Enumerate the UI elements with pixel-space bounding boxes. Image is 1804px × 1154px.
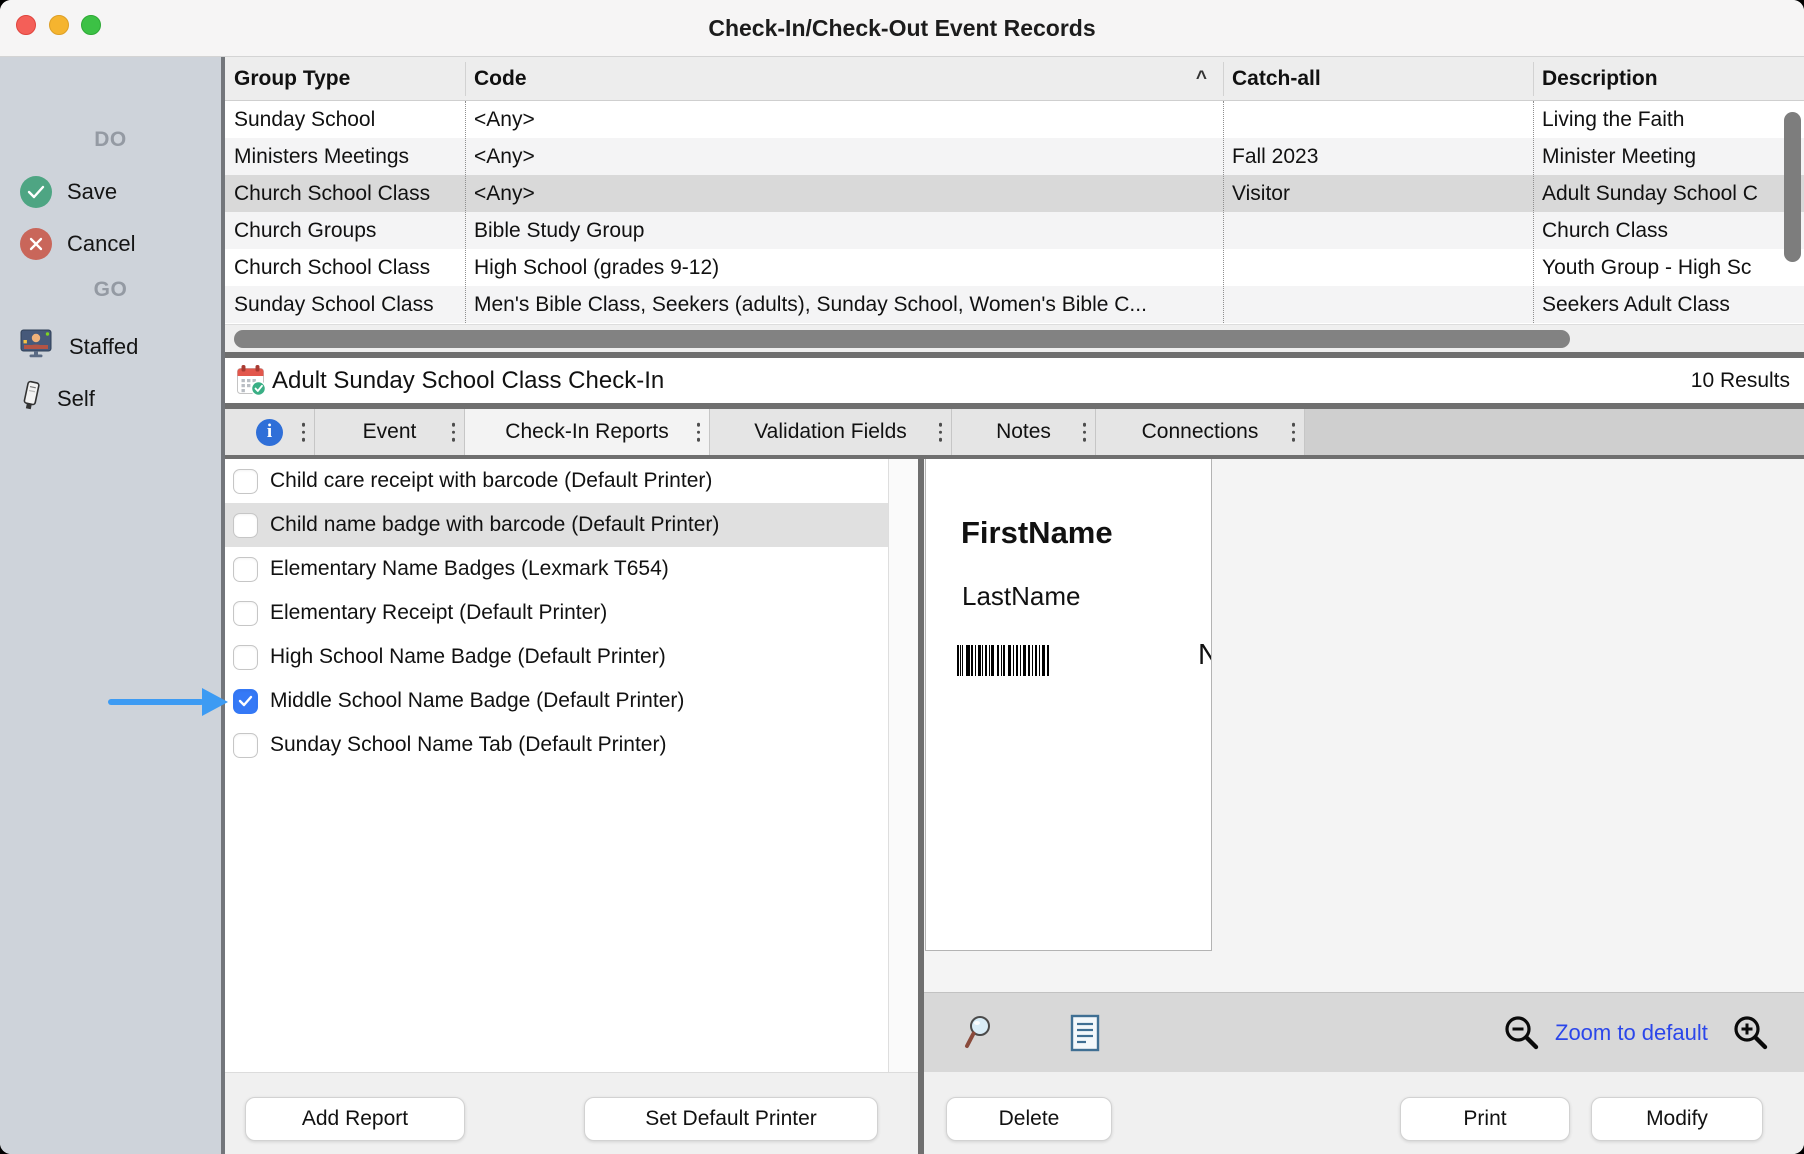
tab-menu-dots-icon[interactable]	[939, 423, 943, 442]
report-row[interactable]: High School Name Badge (Default Printer)	[225, 635, 888, 679]
save-check-icon	[20, 176, 52, 208]
save-label: Save	[67, 179, 117, 205]
table-row[interactable]: Sunday School Class Men's Bible Class, S…	[225, 286, 1804, 323]
tab-menu-dots-icon[interactable]	[1083, 423, 1087, 442]
title-bar: Check-In/Check-Out Event Records	[0, 0, 1804, 57]
annotation-arrow-head	[202, 688, 228, 716]
magnifier-icon[interactable]	[960, 993, 996, 1073]
section-header: Adult Sunday School Class Check-In 10 Re…	[225, 358, 1804, 403]
sidebar-item-staffed[interactable]: Staffed	[20, 328, 138, 365]
annotation-arrow	[108, 699, 204, 705]
tab-menu-dots-icon[interactable]	[697, 423, 701, 442]
results-count: 10 Results	[1691, 358, 1790, 403]
staffed-monitor-icon	[20, 328, 54, 365]
header-separator	[465, 62, 466, 96]
barcode	[957, 645, 1049, 681]
tab-bar: i Event Check-In Reports Validation Fiel…	[225, 409, 1804, 455]
badge-preview-panel: FirstName LastName N	[924, 459, 1804, 1154]
section-title: Adult Sunday School Class Check-In	[272, 358, 664, 403]
tab-connections[interactable]: Connections	[1096, 409, 1305, 455]
sidebar-item-cancel[interactable]: Cancel	[20, 228, 135, 260]
header-separator	[1223, 62, 1224, 96]
horizontal-scrollbar-thumb[interactable]	[234, 330, 1570, 348]
report-list: Child care receipt with barcode (Default…	[225, 459, 888, 1072]
report-document-icon[interactable]	[1070, 993, 1100, 1073]
tab-menu-dots-icon[interactable]	[1292, 423, 1296, 442]
tab-check-in-reports[interactable]: Check-In Reports	[465, 409, 710, 455]
table-row-selected[interactable]: Church School Class <Any> Visitor Adult …	[225, 175, 1804, 212]
vertical-scrollbar-thumb[interactable]	[1784, 112, 1801, 262]
delete-button[interactable]: Delete	[946, 1097, 1112, 1141]
sidebar: DO Save Cancel GO	[0, 57, 221, 1154]
column-divider	[1533, 101, 1534, 323]
sidebar-item-save[interactable]: Save	[20, 176, 117, 208]
column-divider	[1223, 101, 1224, 323]
column-header-catch-all[interactable]: Catch-all	[1223, 57, 1533, 101]
horizontal-scrollbar-track[interactable]	[225, 324, 1804, 352]
table-row[interactable]: Ministers Meetings <Any> Fall 2023 Minis…	[225, 138, 1804, 175]
tab-menu-dots-icon[interactable]	[302, 423, 306, 442]
sidebar-section-do: DO	[0, 128, 221, 152]
tab-menu-dots-icon[interactable]	[452, 423, 456, 442]
checkbox[interactable]	[233, 601, 258, 626]
report-row[interactable]: Child care receipt with barcode (Default…	[225, 459, 888, 503]
column-header-group-type[interactable]: Group Type	[225, 57, 465, 101]
table-header: Group Type Code ^ Catch-all Description	[225, 57, 1804, 101]
badge-last-name: LastName	[962, 581, 1081, 612]
sidebar-section-go: GO	[0, 278, 221, 302]
report-row[interactable]: Elementary Name Badges (Lexmark T654)	[225, 547, 888, 591]
report-row[interactable]: Middle School Name Badge (Default Printe…	[225, 679, 888, 723]
self-label: Self	[57, 386, 95, 412]
column-header-code[interactable]: Code ^	[465, 57, 1223, 101]
column-divider	[465, 101, 466, 323]
tab-validation-fields[interactable]: Validation Fields	[710, 409, 952, 455]
sort-ascending-icon: ^	[1196, 68, 1223, 90]
checkbox[interactable]	[233, 513, 258, 538]
tab-bar-filler	[1305, 409, 1804, 455]
window-title: Check-In/Check-Out Event Records	[0, 0, 1804, 56]
report-row[interactable]: Child name badge with barcode (Default P…	[225, 503, 888, 547]
checkbox[interactable]	[233, 645, 258, 670]
table-row[interactable]: Church School Class High School (grades …	[225, 249, 1804, 286]
calendar-check-icon	[236, 364, 267, 402]
zoom-out-icon[interactable]	[1502, 993, 1542, 1073]
report-row[interactable]: Sunday School Name Tab (Default Printer)	[225, 723, 888, 767]
list-scrollbar-track[interactable]	[888, 459, 918, 1072]
checkbox[interactable]	[233, 733, 258, 758]
staffed-label: Staffed	[69, 334, 138, 360]
badge-first-name: FirstName	[961, 515, 1113, 551]
self-device-icon	[20, 379, 42, 419]
checkbox[interactable]	[233, 557, 258, 582]
clipped-preview-text: N	[1198, 639, 1212, 672]
add-report-button[interactable]: Add Report	[245, 1097, 465, 1141]
table-row[interactable]: Sunday School <Any> Living the Faith	[225, 101, 1804, 138]
cancel-x-icon	[20, 228, 52, 260]
checkbox-checked[interactable]	[233, 689, 258, 714]
header-separator	[1533, 62, 1534, 96]
preview-toolbar: Zoom to default	[924, 992, 1804, 1072]
column-header-description[interactable]: Description	[1533, 57, 1803, 101]
table-row[interactable]: Church Groups Bible Study Group Church C…	[225, 212, 1804, 249]
tab-event[interactable]: Event	[315, 409, 465, 455]
sidebar-item-self[interactable]: Self	[20, 379, 95, 419]
cancel-label: Cancel	[67, 231, 135, 257]
set-default-printer-button[interactable]: Set Default Printer	[584, 1097, 878, 1141]
group-table: Group Type Code ^ Catch-all Description …	[225, 57, 1804, 323]
badge-preview-card: FirstName LastName N	[925, 459, 1212, 951]
tab-info[interactable]: i	[225, 409, 315, 455]
info-icon: i	[256, 419, 283, 446]
zoom-in-icon[interactable]	[1731, 993, 1771, 1073]
modify-button[interactable]: Modify	[1591, 1097, 1763, 1141]
app-window: Check-In/Check-Out Event Records DO Save…	[0, 0, 1804, 1154]
zoom-to-default-link[interactable]: Zoom to default	[1555, 993, 1708, 1073]
print-button[interactable]: Print	[1400, 1097, 1570, 1141]
tab-notes[interactable]: Notes	[952, 409, 1096, 455]
checkbox[interactable]	[233, 469, 258, 494]
report-row[interactable]: Elementary Receipt (Default Printer)	[225, 591, 888, 635]
table-body: Sunday School <Any> Living the Faith Min…	[225, 101, 1804, 323]
